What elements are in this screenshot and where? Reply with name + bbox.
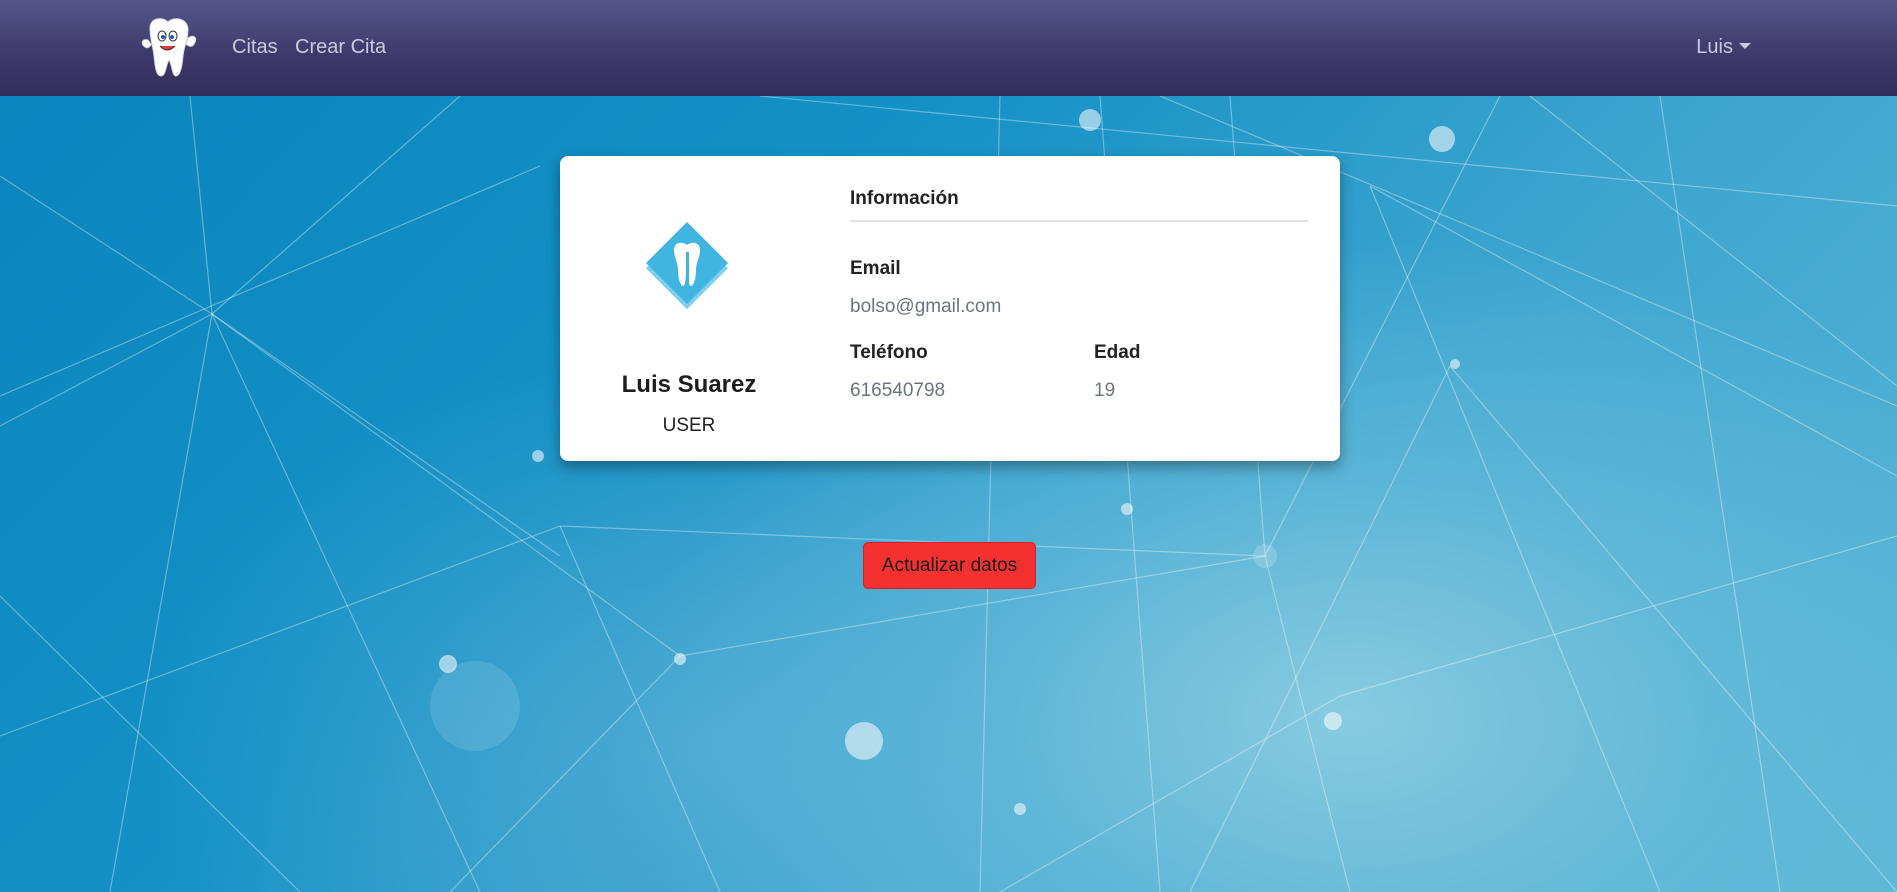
email-label: Email xyxy=(850,258,901,279)
update-data-button[interactable]: Actualizar datos xyxy=(863,542,1036,589)
phone-value: 616540798 xyxy=(850,380,946,401)
profile-name: Luis Suarez xyxy=(621,371,757,398)
tooth-logo-icon[interactable] xyxy=(136,14,204,82)
tooth-diamond-icon xyxy=(636,216,736,316)
nav-link-citas[interactable]: Citas xyxy=(232,36,278,59)
nav-link-crear-cita[interactable]: Crear Cita xyxy=(295,36,386,59)
age-label: Edad xyxy=(1094,342,1141,363)
info-divider xyxy=(850,220,1308,222)
email-value: bolso@gmail.com xyxy=(850,296,1002,317)
profile-card: Luis Suarez USER Información Email bolso… xyxy=(560,156,1340,461)
user-dropdown-label: Luis xyxy=(1696,36,1733,58)
caret-down-icon xyxy=(1739,43,1751,49)
info-section-title: Información xyxy=(850,188,959,209)
profile-role: USER xyxy=(662,415,716,436)
phone-label: Teléfono xyxy=(850,342,928,363)
age-value: 19 xyxy=(1094,380,1116,401)
user-dropdown[interactable]: Luis xyxy=(1696,36,1751,59)
navbar: Citas Crear Cita Luis xyxy=(0,0,1897,96)
